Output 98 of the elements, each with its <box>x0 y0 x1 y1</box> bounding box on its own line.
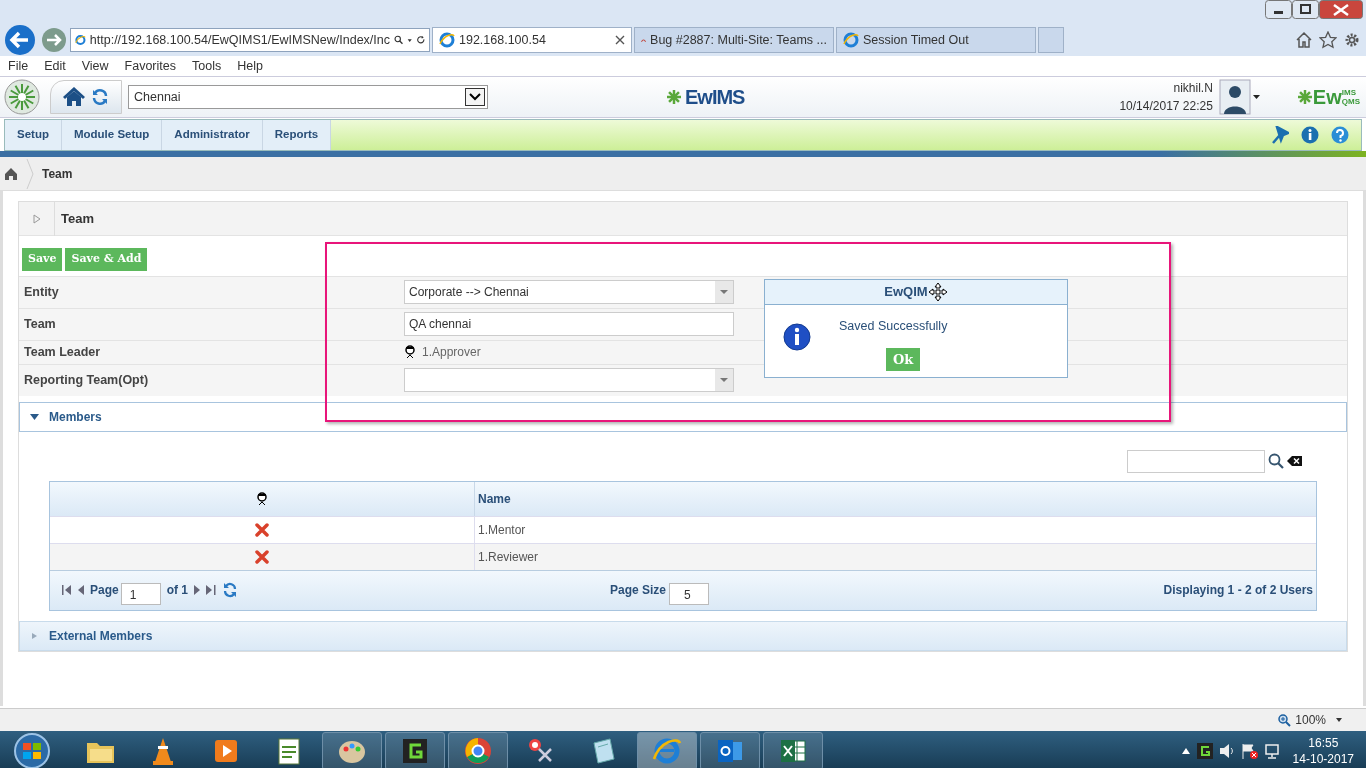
user-avatar[interactable] <box>1218 79 1261 115</box>
field-label: Team <box>23 315 57 333</box>
flower-icon <box>666 89 682 105</box>
brand-text: IMS <box>1341 88 1357 97</box>
menu-item[interactable]: File <box>0 56 37 76</box>
close-icon[interactable] <box>615 35 625 45</box>
flag-icon[interactable] <box>1240 743 1259 759</box>
caret-icon[interactable] <box>1180 747 1191 755</box>
pin-icon[interactable] <box>1271 126 1289 144</box>
search-field[interactable] <box>1127 449 1265 473</box>
pager-summary: Displaying 1 - 2 of 2 Users <box>1163 582 1314 599</box>
app-logo: EwIMS <box>666 82 745 112</box>
triangle-icon <box>32 213 41 224</box>
info-icon <box>783 323 811 351</box>
refresh-icon[interactable] <box>222 582 239 598</box>
browser-tab[interactable]: 192.168.100.54 <box>432 27 632 53</box>
minimize-button[interactable] <box>1265 0 1292 19</box>
next-page-icon[interactable] <box>194 585 201 595</box>
person-name: 1.Approver <box>422 344 481 361</box>
info-icon[interactable] <box>1301 126 1319 144</box>
field-label: Team Leader <box>23 343 102 361</box>
browser-tab[interactable]: Session Timed Out <box>836 27 1036 53</box>
breadcrumb-item: Team <box>42 165 73 183</box>
table-cell: 1.Mentor <box>474 516 1316 543</box>
home-icon[interactable] <box>63 87 85 107</box>
clock[interactable]: 16:55 14-10-2017 <box>1292 735 1354 767</box>
browser-tab[interactable]: Bug #2887: Multi-Site: Teams ... <box>634 27 834 53</box>
nav-tab[interactable]: Reports <box>262 120 332 150</box>
close-button[interactable] <box>1319 0 1363 19</box>
taskbar-button[interactable] <box>448 732 508 768</box>
pager-label: of 1 <box>166 582 189 599</box>
help-icon[interactable] <box>1331 126 1349 144</box>
network-icon[interactable] <box>1264 743 1281 759</box>
pager-label: Page <box>90 582 119 599</box>
members-header[interactable]: Members <box>19 401 1347 432</box>
delete-icon[interactable] <box>255 522 269 537</box>
speaker-icon[interactable] <box>1218 743 1235 759</box>
nav-tab[interactable]: Module Setup <box>61 120 163 150</box>
pager-label: Page Size <box>610 582 667 599</box>
circle-icon <box>462 735 494 767</box>
table-cell: 1.Reviewer <box>474 543 1316 570</box>
user-name: nikhil.N <box>1172 80 1213 97</box>
select-field[interactable] <box>404 368 734 392</box>
refresh-icon <box>416 33 425 47</box>
search-icon <box>394 33 404 47</box>
flower-icon <box>1296 89 1313 105</box>
panel-title: Team <box>61 209 94 228</box>
person-icon <box>256 491 268 506</box>
refresh-icon[interactable] <box>91 88 109 106</box>
home-icon[interactable] <box>1295 31 1313 49</box>
text-field[interactable]: QA chennai <box>404 312 734 336</box>
star-icon[interactable] <box>1319 31 1337 49</box>
dialog-title: EwQIM <box>884 283 928 302</box>
e-icon <box>75 32 86 48</box>
home-icon[interactable] <box>4 166 18 181</box>
brand-text: QMS <box>1341 97 1360 106</box>
nav-tab[interactable]: Administrator <box>162 120 263 150</box>
e-icon <box>439 32 455 48</box>
menu-item[interactable]: Tools <box>184 56 230 76</box>
dialog-message: Saved Successfully <box>839 318 948 335</box>
nav-tab[interactable]: Setup <box>5 120 62 150</box>
taskbar-button[interactable] <box>385 732 445 768</box>
person-icon <box>404 345 416 359</box>
delete-icon[interactable] <box>255 549 269 564</box>
taskbar-button[interactable] <box>322 732 382 768</box>
address-field[interactable]: http://192.168.100.54/EwQIMS1/EwIMSNew/Index/Inc <box>70 28 430 52</box>
select-field[interactable]: Corporate --> Chennai <box>404 280 734 304</box>
menu-item[interactable]: View <box>73 56 117 76</box>
caret-icon <box>715 281 733 303</box>
previous-page-icon[interactable] <box>78 585 84 595</box>
zoom-level[interactable]: 100% <box>1295 711 1326 729</box>
clear-icon[interactable] <box>1287 455 1303 467</box>
external-members-header[interactable]: External Members <box>19 620 1347 651</box>
chevron-icon <box>26 158 34 189</box>
back-button[interactable] <box>2 24 38 56</box>
date-time: 10/14/2017 22:25 <box>1119 98 1213 115</box>
last-page-icon[interactable] <box>206 585 217 595</box>
move-cursor-icon <box>927 282 948 302</box>
taskbar-button[interactable] <box>763 732 823 768</box>
menu-item[interactable]: Favorites <box>116 56 184 76</box>
search-icon[interactable] <box>1268 453 1284 469</box>
page-size-field[interactable]: 5 <box>669 583 710 605</box>
settings-icon[interactable] <box>1343 31 1361 49</box>
field-label: Reporting Team(Opt) <box>23 371 150 389</box>
zoom-icon <box>1278 713 1292 727</box>
field-label: Entity <box>23 283 60 301</box>
caret-icon <box>715 369 733 391</box>
first-page-icon[interactable] <box>62 585 72 595</box>
page-field[interactable]: 1 <box>120 583 161 605</box>
menu-item[interactable]: Edit <box>36 56 74 76</box>
forward-button[interactable] <box>40 26 68 54</box>
caret-icon <box>465 88 485 106</box>
menu-item[interactable]: Help <box>229 56 271 76</box>
maximize-button[interactable] <box>1292 0 1319 19</box>
location-select[interactable]: Chennai <box>128 85 488 109</box>
address-text: http://192.168.100.54/EwQIMS1/EwIMSNew/Index/Inc <box>89 31 390 49</box>
e-icon <box>843 32 859 48</box>
app-icon[interactable] <box>1196 743 1213 759</box>
